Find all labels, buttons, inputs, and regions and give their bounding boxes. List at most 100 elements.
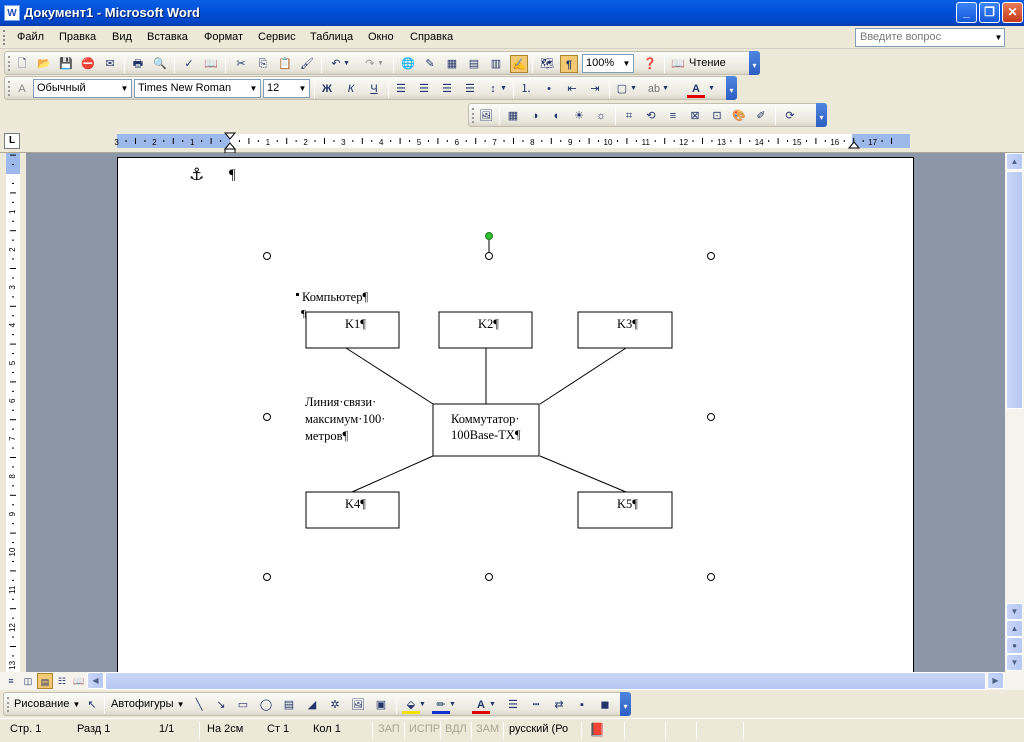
numbering-icon[interactable]: ⒈ xyxy=(517,80,535,98)
reading-button[interactable]: Чтение xyxy=(689,57,726,69)
horizontal-ruler[interactable]: L 3 2 1 1 2 3 4 5 6 7 8 9 10 11 12 13 14 15 16 17 xyxy=(0,129,1024,153)
menu-file[interactable]: Файл xyxy=(17,31,44,43)
resize-handle-tr[interactable] xyxy=(707,252,715,260)
status-track-changes[interactable]: ИСПР xyxy=(409,723,440,735)
toolbar-grip[interactable] xyxy=(7,697,10,712)
increase-indent-icon[interactable]: ⇥ xyxy=(586,80,604,98)
reset-picture-icon[interactable]: ⟳ xyxy=(781,107,799,125)
drawing-toggle-icon[interactable]: ✍ xyxy=(510,55,528,73)
decrease-indent-icon[interactable]: ⇤ xyxy=(563,80,581,98)
email-icon[interactable]: ✉ xyxy=(101,55,119,73)
close-button[interactable]: ✕ xyxy=(1002,2,1023,23)
next-page-icon[interactable]: ▼ xyxy=(1006,654,1023,671)
chevron-down-icon[interactable]: ▼ xyxy=(296,80,309,97)
menu-view[interactable]: Вид xyxy=(112,31,132,43)
restore-button[interactable]: ❐ xyxy=(979,2,1000,23)
line-tool-icon[interactable]: ╲ xyxy=(190,696,208,714)
scroll-left-icon[interactable]: ◀ xyxy=(87,672,104,689)
vertical-ruler[interactable]: 1 2 3 4 5 6 7 8 9 10 11 12 13 xyxy=(0,153,26,672)
format-painter-icon[interactable]: 🖌 xyxy=(298,55,316,73)
fill-color-dropdown-icon[interactable]: ▼ xyxy=(418,696,427,714)
align-center-icon[interactable]: ☰ xyxy=(415,80,433,98)
horizontal-scroll-thumb[interactable] xyxy=(105,672,986,690)
undo-dropdown-icon[interactable]: ▼ xyxy=(342,55,351,73)
toolbar-options-icon[interactable]: ▾ xyxy=(749,51,760,75)
crop-icon[interactable]: ⌗ xyxy=(620,107,638,125)
resize-handle-ml[interactable] xyxy=(263,413,271,421)
show-hide-paragraph-icon[interactable]: ¶ xyxy=(560,55,578,73)
spelling-icon[interactable]: ✓ xyxy=(180,55,198,73)
insert-picture-icon[interactable]: ▣ xyxy=(372,696,390,714)
minimize-button[interactable]: _ xyxy=(956,2,977,23)
font-color-dropdown-icon[interactable]: ▼ xyxy=(707,80,716,98)
copy-icon[interactable]: ⎘ xyxy=(254,55,272,73)
dash-style-icon[interactable]: ┅ xyxy=(527,696,545,714)
horizontal-scrollbar[interactable]: ◀ ▶ xyxy=(87,672,1005,690)
wordart-icon[interactable]: ◢ xyxy=(303,696,321,714)
new-document-icon[interactable]: 🗋 xyxy=(13,55,31,73)
menu-format[interactable]: Формат xyxy=(204,31,243,43)
zoom-select[interactable]: 100% ▼ xyxy=(582,54,634,73)
resize-handle-tc[interactable] xyxy=(485,252,493,260)
align-left-icon[interactable]: ☰ xyxy=(392,80,410,98)
word-doc-icon[interactable]: W xyxy=(4,5,20,21)
chevron-down-icon[interactable]: ▼ xyxy=(620,55,633,72)
permission-icon[interactable]: ⛔ xyxy=(79,55,97,73)
rotate-handle[interactable] xyxy=(485,232,493,240)
underline-icon[interactable]: Ч xyxy=(365,80,383,98)
set-transparent-color-icon[interactable]: ✐ xyxy=(752,107,770,125)
styles-formatting-icon[interactable]: A xyxy=(13,80,31,98)
more-contrast-icon[interactable]: ◑ xyxy=(526,107,544,125)
insert-table-icon[interactable]: ▦ xyxy=(443,55,461,73)
insert-picture-icon[interactable]: 🖼 xyxy=(477,107,495,125)
resize-handle-bl[interactable] xyxy=(263,573,271,581)
reading-layout-icon[interactable]: 📖 xyxy=(669,55,687,73)
drawing-menu-button[interactable]: Рисование ▼ xyxy=(14,698,80,710)
status-record[interactable]: ЗАП xyxy=(378,723,400,735)
rotate-left-icon[interactable]: ⟲ xyxy=(642,107,660,125)
resize-handle-br[interactable] xyxy=(707,573,715,581)
print-preview-icon[interactable]: 🔍 xyxy=(151,55,169,73)
help-dropdown-arrow-icon[interactable]: ▼ xyxy=(992,28,1005,47)
borders-dropdown-icon[interactable]: ▼ xyxy=(629,80,638,98)
web-layout-icon[interactable]: ◫ xyxy=(20,673,36,689)
vertical-scrollbar[interactable]: ▲ ▼ ▲ ● ▼ xyxy=(1005,153,1024,672)
highlight-dropdown-icon[interactable]: ▼ xyxy=(661,80,670,98)
help-icon[interactable]: ❓ xyxy=(641,55,659,73)
menu-edit[interactable]: Правка xyxy=(59,31,96,43)
reading-view-icon[interactable]: 📖 xyxy=(71,673,87,689)
select-objects-icon[interactable]: ↖ xyxy=(83,696,101,714)
more-brightness-icon[interactable]: ☀ xyxy=(570,107,588,125)
open-folder-icon[interactable]: 📂 xyxy=(35,55,53,73)
research-icon[interactable]: 📖 xyxy=(202,55,220,73)
paste-icon[interactable]: 📋 xyxy=(276,55,294,73)
line-color-dropdown-icon[interactable]: ▼ xyxy=(448,696,457,714)
justify-icon[interactable]: ☰ xyxy=(461,80,479,98)
spelling-status-icon[interactable]: 📕 xyxy=(589,722,605,738)
menu-window[interactable]: Окно xyxy=(368,31,394,43)
toolbar-grip[interactable] xyxy=(8,81,11,96)
style-select[interactable]: Обычный ▼ xyxy=(33,79,132,98)
bullets-icon[interactable]: • xyxy=(540,80,558,98)
chevron-down-icon[interactable]: ▼ xyxy=(247,80,260,97)
menu-table[interactable]: Таблица xyxy=(310,31,353,43)
status-extend[interactable]: ВДЛ xyxy=(445,723,467,735)
clip-art-icon[interactable]: 🖼 xyxy=(349,696,367,714)
less-contrast-icon[interactable]: ◐ xyxy=(548,107,566,125)
toolbar-options-icon[interactable]: ▾ xyxy=(726,76,737,100)
font-color-icon[interactable]: A xyxy=(687,80,705,98)
document-area[interactable]: ⚓ ¶ K1¶ K2¶ K3¶ K4¶ K5¶ Коммутатор· 100B… xyxy=(26,153,1005,672)
print-layout-icon[interactable]: ▤ xyxy=(37,673,53,689)
toolbar-options-icon[interactable]: ▾ xyxy=(816,103,827,127)
menu-grip[interactable] xyxy=(3,30,6,45)
tables-borders-icon[interactable]: ✎ xyxy=(421,55,439,73)
resize-handle-bc[interactable] xyxy=(485,573,493,581)
diagram-icon[interactable]: ✲ xyxy=(326,696,344,714)
menu-tools[interactable]: Сервис xyxy=(258,31,296,43)
help-question-input[interactable]: Введите вопрос xyxy=(855,28,1005,47)
save-icon[interactable]: 💾 xyxy=(57,55,75,73)
3d-style-icon[interactable]: ◼ xyxy=(596,696,614,714)
vertical-scroll-thumb[interactable] xyxy=(1006,171,1023,409)
resize-handle-mr[interactable] xyxy=(707,413,715,421)
font-size-select[interactable]: 12 ▼ xyxy=(263,79,310,98)
